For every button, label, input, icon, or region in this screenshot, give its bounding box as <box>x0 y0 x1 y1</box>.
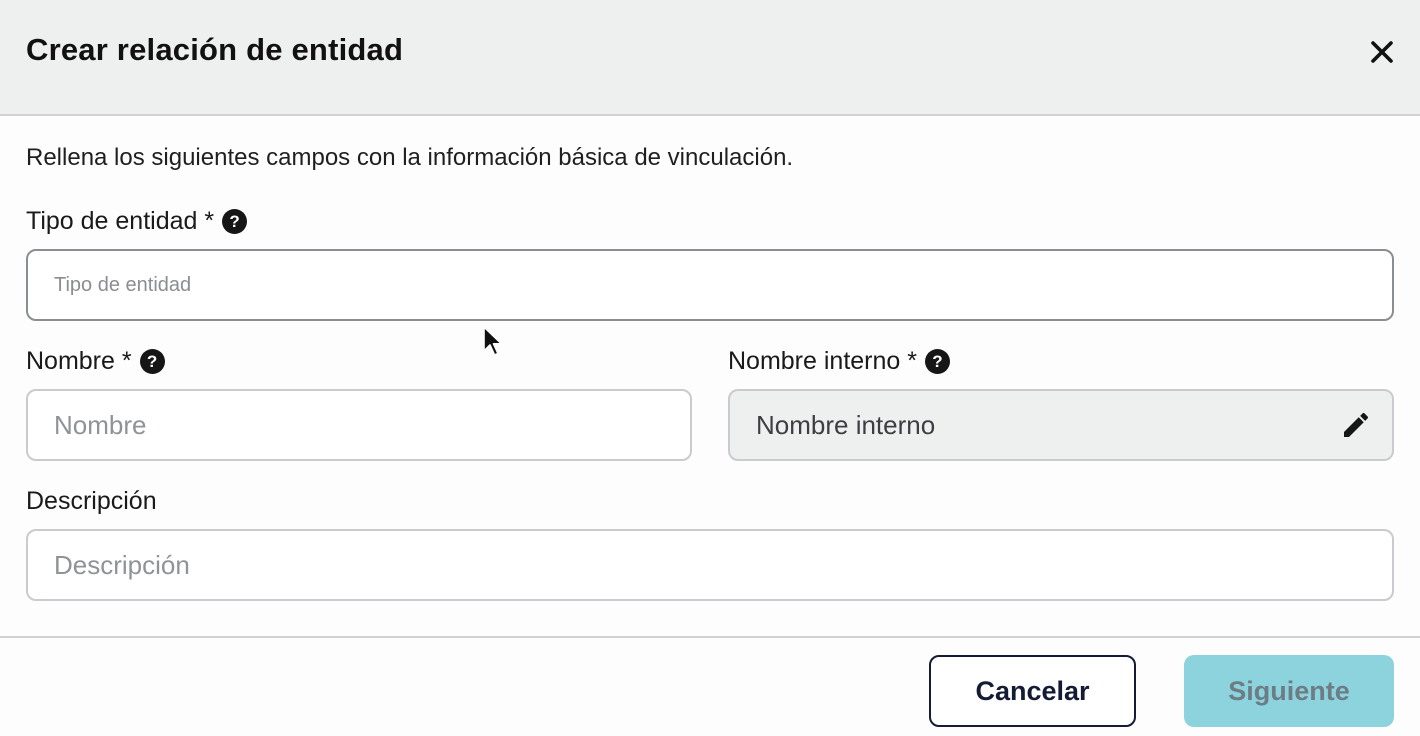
description-label-text: Descripción <box>26 487 157 515</box>
entity-type-help-icon[interactable]: ? <box>222 209 248 234</box>
name-input[interactable] <box>26 389 692 461</box>
entity-type-label-text: Tipo de entidad * <box>26 207 215 235</box>
entity-relation-dialog: Crear relación de entidad Rellena los si… <box>0 0 1420 736</box>
description-input[interactable] <box>26 529 1394 601</box>
entity-type-input[interactable] <box>26 249 1394 321</box>
dialog-intro-text: Rellena los siguientes campos con la inf… <box>26 144 794 171</box>
dialog-header: Crear relación de entidad <box>0 0 1420 116</box>
mouse-cursor-icon <box>483 326 503 356</box>
name-label-text: Nombre * <box>26 347 132 375</box>
internal-name-label-text: Nombre interno * <box>728 347 917 375</box>
next-button[interactable]: Siguiente <box>1184 655 1394 727</box>
dialog-title: Crear relación de entidad <box>26 32 404 67</box>
footer-divider <box>0 636 1420 638</box>
name-help-icon[interactable]: ? <box>139 349 165 374</box>
internal-name-help-icon[interactable]: ? <box>924 349 950 374</box>
description-label: Descripción <box>26 487 157 516</box>
internal-name-label: Nombre interno * ? <box>728 347 950 376</box>
close-icon <box>1371 41 1393 63</box>
name-label: Nombre * ? <box>26 347 165 376</box>
pencil-icon[interactable] <box>1340 409 1372 441</box>
entity-type-label: Tipo de entidad * ? <box>26 207 248 236</box>
close-button[interactable] <box>1364 34 1400 70</box>
internal-name-input <box>728 389 1394 461</box>
cancel-button[interactable]: Cancelar <box>929 655 1136 727</box>
